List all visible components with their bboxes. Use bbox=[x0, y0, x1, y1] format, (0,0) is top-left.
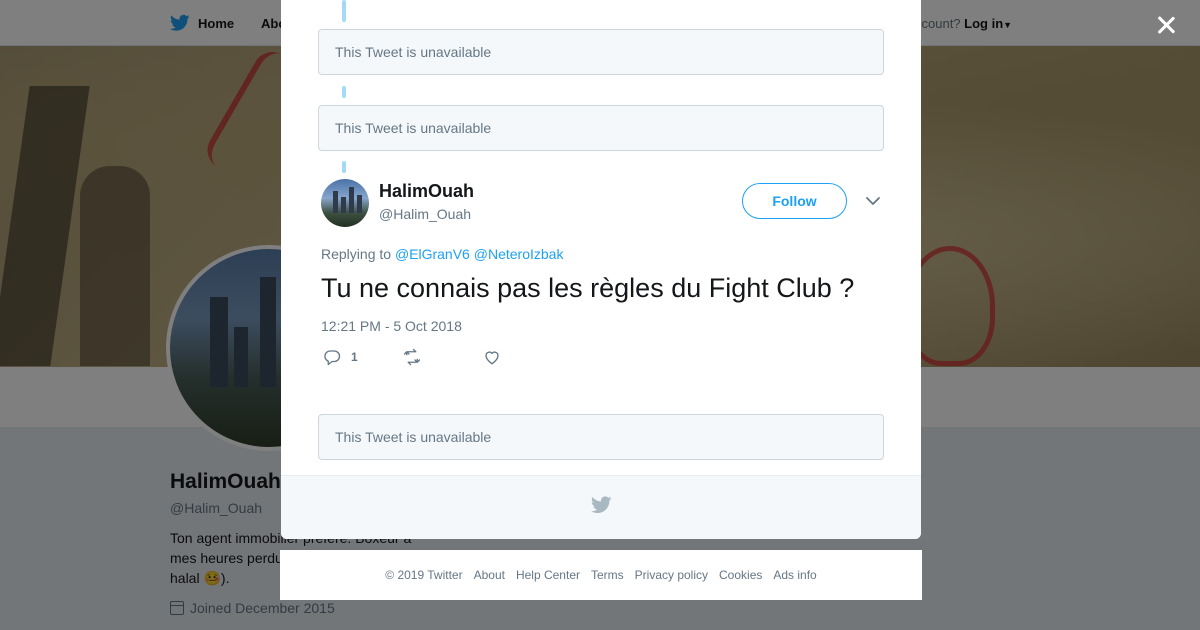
tweet-author-name[interactable]: HalimOuah bbox=[379, 181, 474, 202]
replying-to: Replying to @ElGranV6 @NeteroIzbak bbox=[321, 246, 563, 262]
avatar-building bbox=[333, 191, 338, 213]
retweet-action[interactable] bbox=[402, 348, 422, 366]
reply-action[interactable]: 1 bbox=[323, 348, 358, 366]
unavailable-tweet: This Tweet is unavailable bbox=[318, 105, 884, 151]
mention-link[interactable]: @NeteroIzbak bbox=[474, 246, 564, 262]
reply-count: 1 bbox=[351, 350, 358, 364]
footer-links: © 2019 Twitter About Help Center Terms P… bbox=[280, 550, 922, 600]
footer-help-link[interactable]: Help Center bbox=[516, 568, 580, 582]
follow-button[interactable]: Follow bbox=[742, 183, 847, 219]
tweet-author-handle[interactable]: @Halim_Ouah bbox=[379, 206, 471, 222]
tweet-author-avatar[interactable] bbox=[321, 179, 369, 227]
unavailable-tweet: This Tweet is unavailable bbox=[318, 414, 884, 460]
tweet-text: Tu ne connais pas les règles du Fight Cl… bbox=[321, 273, 855, 303]
twitter-bird-icon bbox=[591, 496, 612, 514]
footer-about-link[interactable]: About bbox=[474, 568, 505, 582]
unavailable-tweet: This Tweet is unavailable bbox=[318, 29, 884, 75]
replying-prefix: Replying to bbox=[321, 246, 392, 262]
avatar-building bbox=[357, 195, 362, 213]
thread-connector bbox=[342, 161, 346, 173]
footer-copyright: © 2019 Twitter bbox=[385, 568, 463, 582]
close-icon[interactable] bbox=[1153, 12, 1179, 38]
tweet-modal: This Tweet is unavailable This Tweet is … bbox=[281, 0, 921, 539]
avatar-building bbox=[341, 197, 346, 213]
footer-cookies-link[interactable]: Cookies bbox=[719, 568, 762, 582]
heart-icon bbox=[485, 351, 499, 365]
like-action[interactable] bbox=[483, 348, 501, 366]
thread-connector bbox=[342, 0, 346, 22]
footer-ads-link[interactable]: Ads info bbox=[773, 568, 816, 582]
thread-connector bbox=[342, 86, 346, 98]
chevron-down-icon[interactable] bbox=[865, 193, 881, 209]
tweet-timestamp[interactable]: 12:21 PM - 5 Oct 2018 bbox=[321, 318, 462, 334]
mention-link[interactable]: @ElGranV6 bbox=[395, 246, 470, 262]
reply-icon bbox=[324, 350, 341, 366]
footer-privacy-link[interactable]: Privacy policy bbox=[635, 568, 708, 582]
retweet-icon bbox=[403, 348, 421, 366]
modal-footer bbox=[281, 475, 921, 539]
avatar-building bbox=[349, 187, 354, 213]
footer-terms-link[interactable]: Terms bbox=[591, 568, 624, 582]
